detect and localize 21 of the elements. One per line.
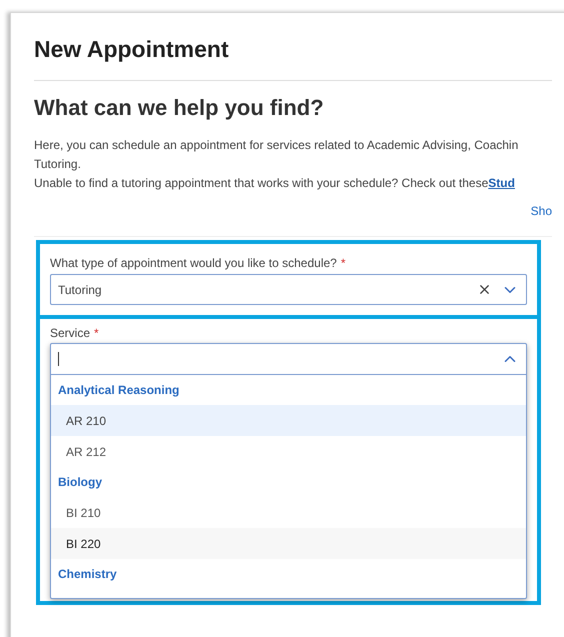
show-link[interactable]: Sho [530,202,552,220]
dropdown-option[interactable]: BI 210 [51,497,526,528]
intro-text: Tutoring. [34,156,81,173]
field-label: What type of appointment would you like to schedule? * [50,255,347,271]
page-title: New Appointment [34,35,230,63]
option-group-header: Analytical Reasoning [57,382,180,399]
required-mark: * [340,256,346,270]
intro-text: Here, you can schedule an appointment for services related to Academic Advising, Coachin [34,137,518,154]
dropdown-option[interactable]: AR 212 [51,436,526,467]
section-title: What can we help you find? [34,94,325,122]
study-link[interactable]: Stud [488,174,515,193]
field-label: Service * [50,325,100,341]
text-cursor [58,352,59,366]
option-group-header: Chemistry [57,566,118,583]
option-group-header: Biology [57,474,103,491]
appointment-type-select[interactable]: Tutoring [50,274,527,305]
dropdown-option[interactable]: BI 220 [51,528,526,559]
dropdown-option[interactable]: AR 210 [51,405,526,436]
clear-icon[interactable] [477,282,492,297]
tutoring-note: Unable to find a tutoring appointment that works with your schedule? Check out these [34,175,488,192]
required-mark: * [94,326,99,340]
